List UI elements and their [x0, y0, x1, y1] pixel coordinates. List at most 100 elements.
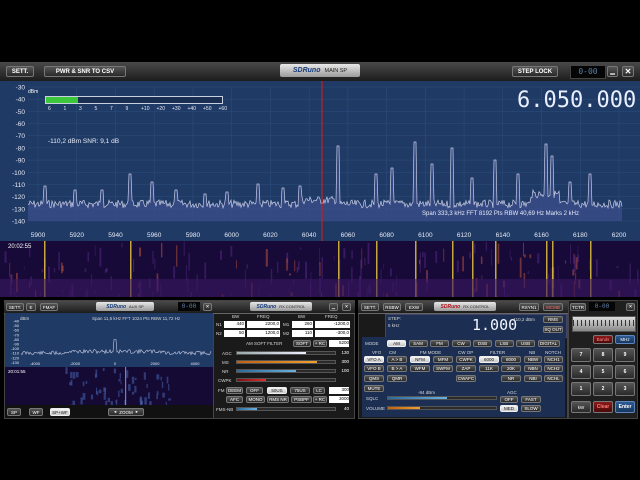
cwafc-button[interactable]: CWAFC	[456, 375, 476, 382]
filter-8000-button[interactable]: 8000	[501, 356, 521, 363]
qmr-button[interactable]: QMR	[387, 375, 407, 382]
nbn-button[interactable]: NBN	[524, 365, 542, 372]
mute-button[interactable]: MUTE	[364, 385, 384, 392]
n1-freq-field[interactable]: 2200,0	[247, 321, 280, 328]
filter-11k-button[interactable]: 11K	[479, 365, 499, 372]
plus-rc2-button[interactable]: + RC	[313, 396, 327, 403]
aux-e-button[interactable]: E	[26, 303, 36, 311]
key-8[interactable]: 8	[593, 348, 613, 362]
main-close-button[interactable]: ✕	[622, 66, 634, 77]
mono-button[interactable]: MONO	[246, 396, 265, 403]
m2-bw-field[interactable]: 110	[292, 330, 313, 337]
sq-out-button[interactable]: SQ OUT	[543, 326, 563, 333]
rxc-close-button[interactable]: ✕	[342, 303, 351, 311]
deem-off-button[interactable]: OFF	[246, 387, 263, 394]
nr-button[interactable]: NR	[501, 375, 521, 382]
aux-wf-button[interactable]: WF	[29, 408, 43, 416]
deem-button[interactable]: DEEM	[226, 387, 243, 394]
aux-zoom-control[interactable]: ◂ ZOOM ▸	[108, 408, 144, 416]
swfm-button[interactable]: SWFM	[433, 365, 453, 372]
volume-slider[interactable]	[387, 406, 497, 410]
nbw-button[interactable]: NBW	[524, 356, 542, 363]
deem-75us-button[interactable]: 75US	[290, 387, 310, 394]
a-b-button[interactable]: A > B	[387, 356, 407, 363]
rsyn-button[interactable]: RSYN1	[519, 303, 539, 311]
sqlc-slider[interactable]	[387, 396, 497, 400]
n2-freq-field[interactable]: 1200,0	[247, 330, 280, 337]
lc-value-field[interactable]: 300	[329, 387, 349, 394]
key-6[interactable]: 6	[615, 365, 635, 379]
mhz-button[interactable]: MHz	[615, 335, 635, 344]
agc-med-button[interactable]: MED	[500, 405, 518, 412]
mode-lsb-button[interactable]: LSB	[494, 340, 514, 347]
m1-freq-field[interactable]: -1200,0	[315, 321, 350, 328]
aux-sp-button[interactable]: SP	[7, 408, 21, 416]
n2-bw-field[interactable]: 50	[224, 330, 245, 337]
nch1-button[interactable]: NCH1	[544, 356, 563, 363]
rms-button[interactable]: RMS	[543, 316, 563, 323]
rc2-value-field[interactable]: 3000	[329, 396, 349, 403]
mode-fm-button[interactable]: FM	[430, 340, 449, 347]
rx-exw-button[interactable]: EXW	[405, 303, 423, 311]
mode-digital-button[interactable]: DIGITAL	[537, 340, 560, 347]
rx-sett-button[interactable]: SETT.	[361, 303, 379, 311]
mcmb-button[interactable]: MCMB	[543, 303, 563, 311]
enter-button[interactable]: Enter	[615, 401, 635, 413]
plus-rc-button[interactable]: + RC	[313, 340, 327, 347]
bands-button[interactable]: Bands	[593, 335, 613, 344]
mode-sam-button[interactable]: SAM	[408, 340, 428, 347]
qms-button[interactable]: QMS	[364, 375, 384, 382]
main-frequency-display[interactable]: 6.050.000	[517, 88, 636, 113]
m2-freq-field[interactable]: -300,0	[315, 330, 350, 337]
agc-slider[interactable]	[236, 351, 336, 355]
vfo-a-button[interactable]: VFO A	[364, 356, 384, 363]
tuner-close-button[interactable]: ✕	[626, 303, 635, 311]
key-1[interactable]: 1	[571, 382, 591, 396]
rx-frequency-display[interactable]: 1.000	[472, 316, 517, 334]
main-waterfall-svg[interactable]	[0, 241, 640, 297]
main-sett-button[interactable]: SETT.	[6, 66, 34, 77]
rc-value-field[interactable]: 5200	[329, 340, 349, 347]
rms-nr-button[interactable]: RMS NR	[267, 396, 289, 403]
aux-spectrum-svg[interactable]: -40-50-60-70-80-90-100-110-120-130 -4000-…	[5, 313, 213, 367]
mfm-button[interactable]: MFM	[433, 356, 453, 363]
b-a-button[interactable]: B > A	[387, 365, 407, 372]
wfm-button[interactable]: WFM	[410, 365, 430, 372]
mode-dsb-button[interactable]: DSB	[473, 340, 492, 347]
rxc-minimize-button[interactable]: ▁	[329, 303, 338, 311]
key-5[interactable]: 5	[593, 365, 613, 379]
vfo-b-button[interactable]: VFO B	[364, 365, 384, 372]
tctr-button[interactable]: TCTR	[570, 303, 586, 311]
nch2-button[interactable]: NCH2	[544, 365, 563, 372]
aux-waterfall-svg[interactable]	[5, 367, 213, 405]
n1-bw-field[interactable]: 440	[224, 321, 245, 328]
filter-20k-button[interactable]: 20K	[501, 365, 521, 372]
zap-button[interactable]: ZAP	[456, 365, 476, 372]
pwr-snr-csv-button[interactable]: PWR & SNR TO CSV	[44, 66, 126, 77]
lc-button[interactable]: LC	[313, 387, 325, 394]
cwpk-slider[interactable]	[236, 378, 336, 382]
agc-off-button[interactable]: OFF	[500, 396, 518, 403]
cwpk-button[interactable]: CWPK	[456, 356, 476, 363]
afc-button[interactable]: AFC	[226, 396, 243, 403]
key-9[interactable]: 9	[615, 348, 635, 362]
psbpf-button[interactable]: PSBPF	[291, 396, 312, 403]
agc-fast-button[interactable]: FAST	[521, 396, 541, 403]
tuning-scale[interactable]	[572, 316, 636, 332]
mode-cw-button[interactable]: CW	[451, 340, 471, 347]
nbi-button[interactable]: NBI	[524, 375, 542, 382]
ms-slider[interactable]	[236, 360, 336, 364]
agc-slow-button[interactable]: SLOW	[521, 405, 541, 412]
key-3[interactable]: 3	[615, 382, 635, 396]
aux-spwf-button[interactable]: SP+WF	[50, 408, 70, 416]
key-2[interactable]: 2	[593, 382, 613, 396]
aux-close-button[interactable]: ✕	[203, 303, 212, 311]
aux-fmaf-button[interactable]: FMAF	[40, 303, 58, 311]
rx-step-value[interactable]: 5 kHz	[388, 323, 400, 328]
kw-button[interactable]: kW	[571, 401, 591, 413]
deem-50us-button[interactable]: 50US	[267, 387, 287, 394]
mode-am-button[interactable]: AM	[387, 340, 406, 347]
key-7[interactable]: 7	[571, 348, 591, 362]
nfm-button[interactable]: NFM	[410, 356, 430, 363]
step-lock-button[interactable]: STEP LOCK	[512, 66, 558, 77]
